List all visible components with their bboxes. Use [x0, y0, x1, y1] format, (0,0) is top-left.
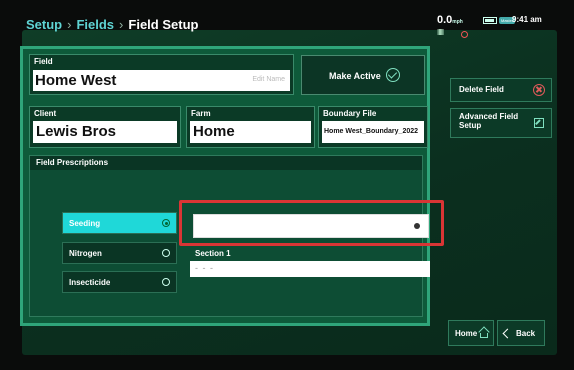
back-icon	[502, 328, 513, 339]
advanced-field-setup-label: Advanced Field Setup	[459, 112, 519, 130]
back-label: Back	[516, 329, 536, 338]
battery-icon	[483, 17, 497, 24]
clock: 9:41 am	[512, 15, 542, 24]
x-icon	[533, 84, 545, 96]
farm-label: Farm	[191, 109, 211, 118]
breadcrumb: Setup › Fields › Field Setup	[26, 17, 198, 32]
option-label: Nitrogen	[69, 249, 102, 258]
delete-field-label: Delete Field	[459, 85, 504, 94]
breadcrumb-setup[interactable]: Setup	[26, 17, 62, 32]
radio-icon	[162, 249, 170, 257]
breadcrumb-separator: ›	[67, 17, 72, 32]
edit-name-hint: Edit Name	[252, 76, 285, 83]
speed-unit: mph	[452, 19, 463, 25]
prescriptions-header: Field Prescriptions	[30, 156, 422, 170]
boundary-file-field[interactable]: Home West_Boundary_2022	[322, 121, 424, 143]
breadcrumb-fields[interactable]: Fields	[76, 17, 114, 32]
boundary-section: Boundary File Home West_Boundary_2022	[318, 106, 428, 148]
field-label: Field	[34, 57, 53, 66]
prescription-option-nitrogen[interactable]: Nitrogen	[62, 242, 177, 264]
back-button[interactable]: Back	[497, 320, 545, 346]
signal-bars: IIIII	[437, 28, 444, 37]
status-area: 0.0mph IIIII Master 9:41 am	[437, 14, 542, 48]
farm-section: Farm Home	[186, 106, 315, 148]
radio-icon	[162, 278, 170, 286]
client-field[interactable]: Lewis Bros	[33, 121, 177, 143]
page-title: Field Setup	[128, 17, 199, 32]
gps-icon	[461, 31, 468, 38]
field-name-input[interactable]: Home West Edit Name	[33, 70, 290, 91]
prescriptions-label: Field Prescriptions	[36, 158, 109, 167]
boundary-label: Boundary File	[323, 109, 377, 118]
farm-field[interactable]: Home	[190, 121, 311, 143]
prescription-option-insecticide[interactable]: Insecticide	[62, 271, 177, 293]
client-value: Lewis Bros	[36, 123, 117, 140]
section-label: Section 1	[195, 249, 231, 258]
home-label: Home	[455, 329, 478, 338]
section-value: - - -	[195, 263, 214, 273]
speed-readout: 0.0mph	[437, 14, 463, 26]
radio-icon	[162, 219, 170, 227]
option-label: Seeding	[69, 219, 101, 228]
client-section: Client Lewis Bros	[29, 106, 181, 148]
edit-icon	[534, 118, 544, 128]
check-icon	[386, 68, 400, 82]
prescription-option-seeding[interactable]: Seeding	[62, 212, 177, 234]
boundary-value: Home West_Boundary_2022	[324, 128, 419, 135]
farm-value: Home	[193, 123, 235, 140]
field-section: Field Home West Edit Name	[29, 54, 294, 95]
section-1-input[interactable]: - - -	[190, 261, 430, 277]
advanced-field-setup-button[interactable]: Advanced Field Setup	[450, 108, 552, 138]
field-name-value: Home West	[35, 72, 117, 89]
client-label: Client	[34, 109, 57, 118]
option-label: Insecticide	[69, 278, 111, 287]
home-icon	[479, 328, 489, 338]
highlight-box	[179, 200, 444, 246]
make-active-label: Make Active	[329, 71, 381, 81]
delete-field-button[interactable]: Delete Field	[450, 78, 552, 102]
breadcrumb-separator: ›	[119, 17, 124, 32]
make-active-button[interactable]: Make Active	[301, 55, 425, 95]
home-button[interactable]: Home	[448, 320, 494, 346]
